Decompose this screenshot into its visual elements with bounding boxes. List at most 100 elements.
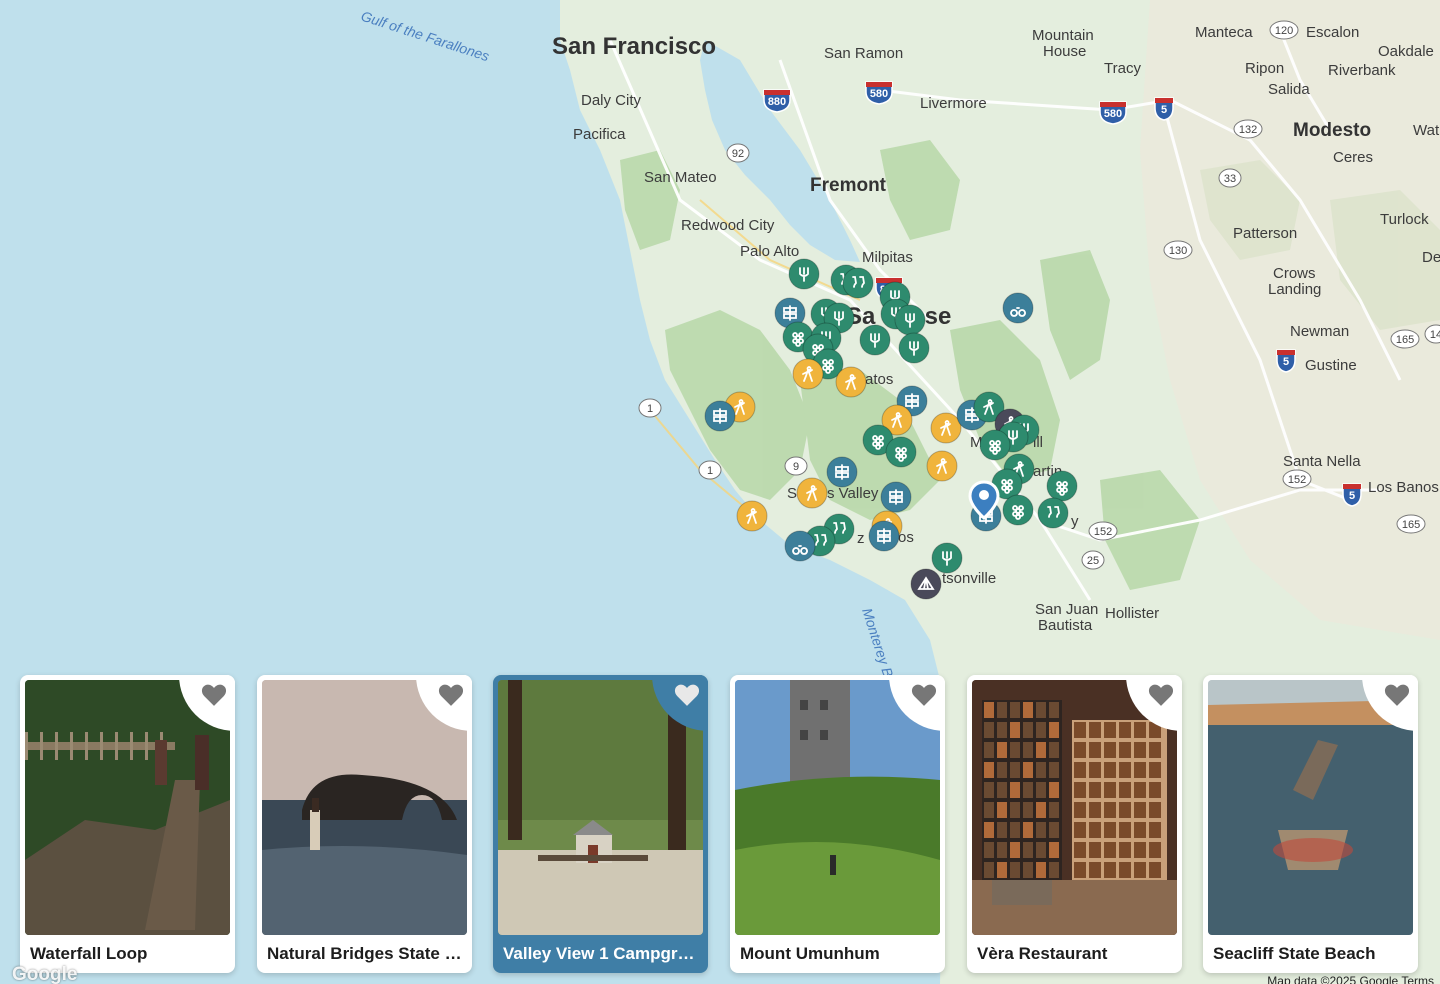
route-label: 165	[1396, 334, 1414, 346]
trail-marker[interactable]	[704, 400, 736, 432]
city-label: atos	[865, 371, 893, 388]
trail-marker[interactable]	[826, 456, 858, 488]
route-label: 9	[793, 461, 799, 473]
heart-icon	[1148, 684, 1174, 706]
route-label: 132	[1239, 124, 1257, 136]
route-label: 33	[1224, 173, 1236, 185]
city-label: Modesto	[1293, 120, 1371, 141]
route-label: 1	[707, 465, 713, 477]
place-title: Valley View 1 Campground	[503, 944, 701, 963]
hike-marker[interactable]	[736, 500, 768, 532]
city-label: S	[787, 485, 797, 502]
city-label: San Francisco	[552, 33, 716, 60]
city-label: Wat	[1413, 122, 1440, 139]
place-card-carousel: Waterfall Loop Natural Bridges State Bea…	[20, 675, 1420, 975]
interstate-label: 580	[870, 88, 888, 100]
place-card[interactable]: Natural Bridges State Beach	[257, 675, 472, 973]
campground-marker[interactable]	[910, 568, 942, 600]
route-label: 120	[1275, 25, 1293, 37]
restaurant-marker[interactable]	[894, 304, 926, 336]
city-label: House	[1043, 43, 1086, 60]
place-title: Mount Umunhum	[740, 944, 880, 963]
place-title: Vèra Restaurant	[977, 944, 1108, 963]
place-card[interactable]: Seacliff State Beach	[1203, 675, 1418, 973]
city-label: San Juan	[1035, 601, 1098, 618]
heart-icon	[201, 684, 227, 706]
winery-marker[interactable]	[1002, 494, 1034, 526]
city-label: Escalon	[1306, 24, 1359, 41]
place-title: Natural Bridges State Beach	[267, 944, 465, 963]
city-label: Gustine	[1305, 357, 1357, 374]
winery-marker[interactable]	[885, 436, 917, 468]
city-label: San Ramon	[824, 45, 903, 62]
interstate-label: 5	[1161, 104, 1167, 116]
interstate-label: 5	[1283, 356, 1289, 368]
city-label: Riverbank	[1328, 62, 1396, 79]
place-title: Seacliff State Beach	[1213, 944, 1376, 963]
city-label: Salida	[1268, 81, 1310, 98]
restaurant-marker[interactable]	[898, 332, 930, 364]
google-logo: Google	[12, 964, 78, 984]
city-label: Milpitas	[862, 249, 913, 266]
route-label: 1	[647, 403, 653, 415]
trail-marker[interactable]	[868, 520, 900, 552]
winery-marker[interactable]	[1046, 470, 1078, 502]
city-label: Patterson	[1233, 225, 1297, 242]
place-card[interactable]: Vèra Restaurant	[967, 675, 1182, 973]
city-label: Redwood City	[681, 217, 775, 234]
city-label: Crows	[1273, 265, 1316, 282]
restaurant-marker[interactable]	[788, 258, 820, 290]
city-label: Santa Nella	[1283, 453, 1361, 470]
trail-marker[interactable]	[880, 481, 912, 513]
hike-marker[interactable]	[792, 358, 824, 390]
heart-icon	[1384, 684, 1410, 706]
city-label: Ceres	[1333, 149, 1373, 166]
city-label: Palo Alto	[740, 243, 799, 260]
hike-marker[interactable]	[796, 477, 828, 509]
heart-icon	[438, 684, 464, 706]
city-label: Landing	[1268, 281, 1321, 298]
interstate-label: 880	[768, 96, 786, 108]
city-label: y	[1071, 513, 1079, 530]
viewpoint-marker[interactable]	[784, 530, 816, 562]
city-label: s Valley	[827, 485, 879, 502]
place-card[interactable]: Mount Umunhum	[730, 675, 945, 973]
wine-bar-marker[interactable]	[842, 267, 874, 299]
route-label: 14	[1430, 329, 1440, 341]
city-label: z	[857, 530, 865, 547]
hike-marker[interactable]	[926, 450, 958, 482]
city-label: Daly City	[581, 92, 642, 109]
city-label: Oakdale	[1378, 43, 1434, 60]
city-label: San Mateo	[644, 169, 717, 186]
city-label: Tracy	[1104, 60, 1141, 77]
map-attribution[interactable]: Map data ©2025 Google Terms	[1267, 974, 1434, 984]
city-label: Pacifica	[573, 126, 626, 143]
interstate-label: 580	[1104, 108, 1122, 120]
route-label: 92	[732, 148, 744, 160]
city-label: Mountain	[1032, 27, 1094, 44]
route-label: 152	[1094, 526, 1112, 538]
winery-marker[interactable]	[979, 429, 1011, 461]
place-card[interactable]: Valley View 1 Campground	[493, 675, 708, 973]
restaurant-marker[interactable]	[859, 324, 891, 356]
city-label: Manteca	[1195, 24, 1253, 41]
heart-icon	[911, 684, 937, 706]
city-label: Los Banos	[1368, 479, 1439, 496]
wine-bar-marker[interactable]	[1037, 497, 1069, 529]
place-title: Waterfall Loop	[30, 944, 148, 963]
restaurant-marker[interactable]	[931, 542, 963, 574]
city-label: Hollister	[1105, 605, 1159, 622]
route-label: 165	[1402, 519, 1420, 531]
hike-marker[interactable]	[835, 366, 867, 398]
place-card[interactable]: Waterfall Loop	[20, 675, 235, 973]
interstate-label: 5	[1349, 490, 1355, 502]
viewpoint-marker[interactable]	[1002, 292, 1034, 324]
city-label: Ripon	[1245, 60, 1284, 77]
city-label: Livermore	[920, 95, 987, 112]
route-label: 130	[1169, 245, 1187, 257]
city-label: Fremont	[810, 175, 887, 196]
heart-icon	[674, 684, 700, 706]
hike-marker[interactable]	[930, 412, 962, 444]
city-label: Bautista	[1038, 617, 1093, 634]
route-label: 25	[1087, 555, 1099, 567]
